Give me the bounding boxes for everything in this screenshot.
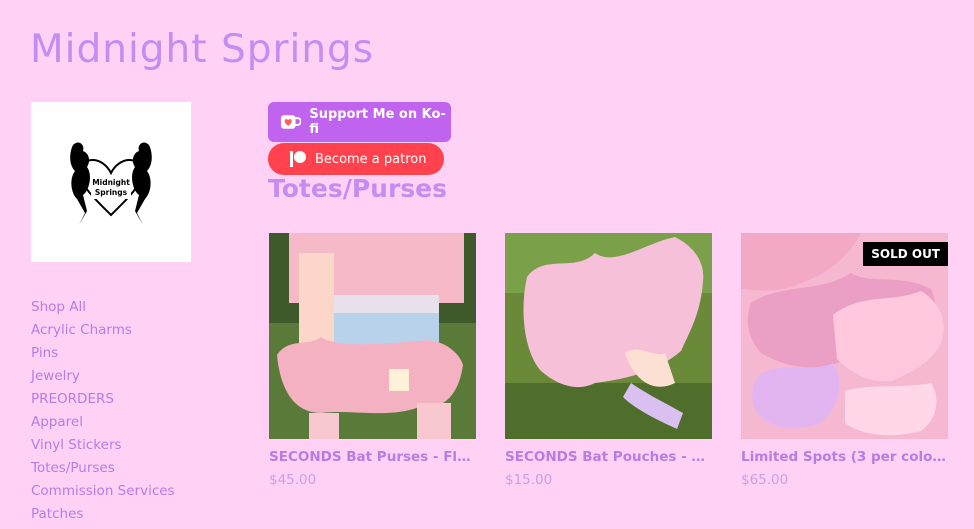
nav-item-jewelry[interactable]: Jewelry [31, 365, 175, 388]
page: Midnight Springs Midnight Springs Shop A… [0, 0, 974, 529]
product-card[interactable]: SECONDS Bat Purses - Flawed $45.00 [269, 233, 476, 488]
product-image[interactable] [505, 233, 712, 439]
nav-item-commission-services[interactable]: Commission Services [31, 480, 175, 503]
product-image[interactable] [269, 233, 476, 439]
product-name[interactable]: Limited Spots (3 per color) Bat Purse [741, 449, 948, 465]
site-logo[interactable]: Midnight Springs [31, 102, 191, 262]
product-name[interactable]: SECONDS Bat Pouches - Flawed [505, 449, 712, 465]
product-card[interactable]: SOLD OUT Limited Spots (3 per color) Bat… [741, 233, 948, 488]
kofi-button[interactable]: Support Me on Ko-fi [268, 102, 451, 142]
nav-item-shop-all[interactable]: Shop All [31, 296, 175, 319]
nav-item-apparel[interactable]: Apparel [31, 411, 175, 434]
kofi-cup-icon [280, 115, 302, 129]
product-image[interactable]: SOLD OUT [741, 233, 948, 439]
category-nav: Shop All Acrylic Charms Pins Jewelry PRE… [31, 296, 175, 526]
kofi-label: Support Me on Ko-fi [309, 107, 446, 137]
logo-text-line1: Midnight [92, 178, 130, 187]
product-price: $45.00 [269, 472, 317, 488]
nav-item-totes-purses[interactable]: Totes/Purses [31, 457, 175, 480]
logo-graphic: Midnight Springs [70, 142, 152, 225]
product-card[interactable]: SECONDS Bat Pouches - Flawed $15.00 [505, 233, 712, 488]
logo-text-line2: Springs [95, 188, 128, 197]
sold-out-badge: SOLD OUT [863, 242, 948, 266]
nav-item-acrylic-charms[interactable]: Acrylic Charms [31, 319, 175, 342]
section-title: Totes/Purses [268, 174, 447, 203]
patreon-icon [290, 151, 306, 167]
nav-item-patches[interactable]: Patches [31, 503, 175, 526]
patreon-button[interactable]: Become a patron [268, 143, 444, 175]
nav-item-pins[interactable]: Pins [31, 342, 175, 365]
patreon-label: Become a patron [315, 151, 427, 167]
site-title[interactable]: Midnight Springs [30, 27, 374, 72]
product-name[interactable]: SECONDS Bat Purses - Flawed [269, 449, 476, 465]
nav-item-preorders[interactable]: PREORDERS [31, 388, 175, 411]
product-price: $15.00 [505, 472, 553, 488]
nav-item-vinyl-stickers[interactable]: Vinyl Stickers [31, 434, 175, 457]
product-price: $65.00 [741, 472, 789, 488]
